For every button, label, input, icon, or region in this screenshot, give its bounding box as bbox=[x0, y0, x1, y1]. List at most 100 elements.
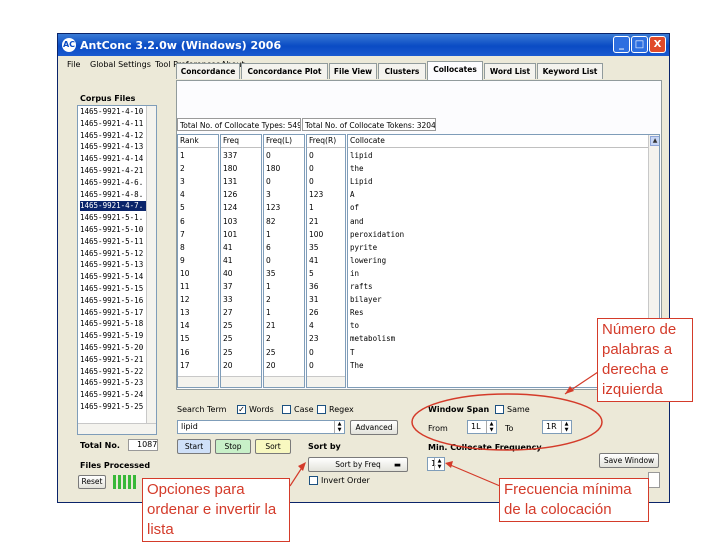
freq-right-column-scrollbar[interactable] bbox=[307, 376, 345, 387]
table-cell[interactable]: 4 bbox=[180, 189, 185, 201]
corpus-file-item[interactable]: 1465-9921-4-11 bbox=[80, 119, 154, 129]
table-cell[interactable]: The bbox=[350, 360, 364, 372]
table-cell[interactable]: 27 bbox=[223, 307, 233, 319]
table-cell[interactable]: 103 bbox=[223, 216, 237, 228]
corpus-file-item[interactable]: 1465-9921-5-19 bbox=[80, 331, 154, 341]
table-cell[interactable]: A bbox=[350, 189, 355, 201]
table-cell[interactable]: 25 bbox=[266, 347, 276, 359]
corpus-file-item[interactable]: 1465-9921-5-15 bbox=[80, 284, 154, 294]
corpus-file-item[interactable]: 1465-9921-5-16 bbox=[80, 296, 154, 306]
corpus-file-item[interactable]: 1465-9921-4-12 bbox=[80, 131, 154, 141]
table-cell[interactable]: 123 bbox=[266, 202, 280, 214]
corpus-file-item[interactable]: 1465-9921-4-8. bbox=[80, 190, 154, 200]
advanced-button[interactable]: Advanced bbox=[350, 420, 398, 435]
corpus-file-item[interactable]: 1465-9921-5-12 bbox=[80, 249, 154, 259]
table-cell[interactable]: 180 bbox=[223, 163, 237, 175]
table-cell[interactable]: 1 bbox=[266, 281, 271, 293]
tab-concordance[interactable]: Concordance bbox=[176, 63, 240, 79]
span-to-stepper[interactable]: 1R ▲ ▼ bbox=[542, 420, 572, 434]
span-from-stepper[interactable]: 1L ▲ ▼ bbox=[467, 420, 497, 434]
search-input[interactable]: lipid ▲ ▼ bbox=[177, 420, 345, 434]
table-cell[interactable]: Res bbox=[350, 307, 364, 319]
menu-global-settings[interactable]: Global Settings bbox=[90, 60, 151, 69]
start-button[interactable]: Start bbox=[177, 439, 211, 454]
corpus-file-item[interactable]: 1465-9921-4-21 bbox=[80, 166, 154, 176]
table-cell[interactable]: 2 bbox=[266, 333, 271, 345]
tab-keyword-list[interactable]: Keyword List bbox=[537, 63, 603, 79]
same-checkbox[interactable] bbox=[495, 405, 504, 414]
table-cell[interactable]: 1 bbox=[266, 307, 271, 319]
tab-file-view[interactable]: File View bbox=[329, 63, 377, 79]
corpus-file-item[interactable]: 1465-9921-5-20 bbox=[80, 343, 154, 353]
table-cell[interactable]: 124 bbox=[223, 202, 237, 214]
table-cell[interactable]: 7 bbox=[180, 229, 185, 241]
case-checkbox[interactable] bbox=[282, 405, 291, 414]
table-cell[interactable]: the bbox=[350, 163, 364, 175]
close-button[interactable]: X bbox=[649, 36, 666, 53]
table-cell[interactable]: 41 bbox=[223, 242, 233, 254]
table-cell[interactable]: 0 bbox=[266, 255, 271, 267]
corpus-file-item[interactable]: 1465-9921-5-13 bbox=[80, 260, 154, 270]
menu-file[interactable]: File bbox=[67, 60, 80, 69]
table-cell[interactable]: 21 bbox=[309, 216, 319, 228]
table-cell[interactable]: 82 bbox=[266, 216, 276, 228]
corpus-file-item[interactable]: 1465-9921-5-1. bbox=[80, 213, 154, 223]
corpus-file-item[interactable]: 1465-9921-4-7. bbox=[80, 201, 154, 212]
table-cell[interactable]: bilayer bbox=[350, 294, 382, 306]
table-cell[interactable]: 8 bbox=[180, 242, 185, 254]
freq-right-column-header[interactable]: Freq(R) bbox=[307, 135, 345, 148]
corpus-file-item[interactable]: 1465-9921-4-13 bbox=[80, 142, 154, 152]
table-cell[interactable]: and bbox=[350, 216, 364, 228]
corpus-file-item[interactable]: 1465-9921-4-14 bbox=[80, 154, 154, 164]
rank-column[interactable]: Rank 1 2 3 4 5 6 7 8 9 10 11 12 13 14 15 16 17 bbox=[177, 134, 219, 388]
corpus-file-list[interactable]: 1465-9921-4-10 1465-9921-4-11 1465-9921-4-… bbox=[77, 105, 157, 435]
table-cell[interactable]: 25 bbox=[223, 333, 233, 345]
table-cell[interactable]: 0 bbox=[309, 176, 314, 188]
stop-button[interactable]: Stop bbox=[215, 439, 251, 454]
table-cell[interactable]: 0 bbox=[266, 176, 271, 188]
table-cell[interactable]: 17 bbox=[180, 360, 190, 372]
table-cell[interactable]: 126 bbox=[223, 189, 237, 201]
table-cell[interactable]: 0 bbox=[309, 360, 314, 372]
corpus-file-item[interactable]: 1465-9921-5-21 bbox=[80, 355, 154, 365]
table-cell[interactable]: 25 bbox=[223, 347, 233, 359]
corpus-file-item[interactable]: 1465-9921-4-6. bbox=[80, 178, 154, 188]
regex-checkbox[interactable] bbox=[317, 405, 326, 414]
maximize-button[interactable]: □ bbox=[631, 36, 648, 53]
sort-by-dropdown[interactable]: Sort by Freq ▬ bbox=[308, 457, 408, 472]
table-cell[interactable]: 100 bbox=[309, 229, 323, 241]
freq-left-column[interactable]: Freq(L) 0 180 0 3 123 82 1 6 0 35 1 2 1 21 2 25 20 bbox=[263, 134, 305, 388]
table-cell[interactable]: 1 bbox=[309, 202, 314, 214]
rank-column-scrollbar[interactable] bbox=[178, 376, 218, 387]
table-cell[interactable]: 36 bbox=[309, 281, 319, 293]
sort-button[interactable]: Sort bbox=[255, 439, 291, 454]
table-cell[interactable]: lipid bbox=[350, 150, 373, 162]
minimize-button[interactable]: _ bbox=[613, 36, 630, 53]
table-cell[interactable]: Lipid bbox=[350, 176, 373, 188]
file-list-hscrollbar[interactable] bbox=[78, 423, 156, 434]
table-cell[interactable]: 123 bbox=[309, 189, 323, 201]
table-cell[interactable]: 15 bbox=[180, 333, 190, 345]
table-cell[interactable]: 14 bbox=[180, 320, 190, 332]
title-bar[interactable]: AC AntConc 3.2.0w (Windows) 2006 _ □ X bbox=[58, 34, 669, 56]
table-cell[interactable]: pyrite bbox=[350, 242, 377, 254]
table-cell[interactable]: 10 bbox=[180, 268, 190, 280]
corpus-file-item[interactable]: 1465-9921-5-14 bbox=[80, 272, 154, 282]
table-cell[interactable]: peroxidation bbox=[350, 229, 404, 241]
stepper-arrows-icon[interactable]: ▲ ▼ bbox=[561, 421, 571, 433]
table-cell[interactable]: 0 bbox=[309, 150, 314, 162]
corpus-file-item[interactable]: 1465-9921-5-24 bbox=[80, 390, 154, 400]
table-cell[interactable]: 13 bbox=[180, 307, 190, 319]
table-cell[interactable]: 40 bbox=[223, 268, 233, 280]
words-checkbox[interactable]: ✓ bbox=[237, 405, 246, 414]
search-spin-icon[interactable]: ▲ ▼ bbox=[334, 421, 344, 433]
corpus-file-item[interactable]: 1465-9921-5-11 bbox=[80, 237, 154, 247]
table-cell[interactable]: lowering bbox=[350, 255, 386, 267]
table-cell[interactable]: 41 bbox=[223, 255, 233, 267]
table-cell[interactable]: 33 bbox=[223, 294, 233, 306]
table-cell[interactable]: metabolism bbox=[350, 333, 395, 345]
table-cell[interactable]: 6 bbox=[266, 242, 271, 254]
table-cell[interactable]: 5 bbox=[309, 268, 314, 280]
tab-concordance-plot[interactable]: Concordance Plot bbox=[241, 63, 328, 79]
corpus-file-item[interactable]: 1465-9921-5-23 bbox=[80, 378, 154, 388]
